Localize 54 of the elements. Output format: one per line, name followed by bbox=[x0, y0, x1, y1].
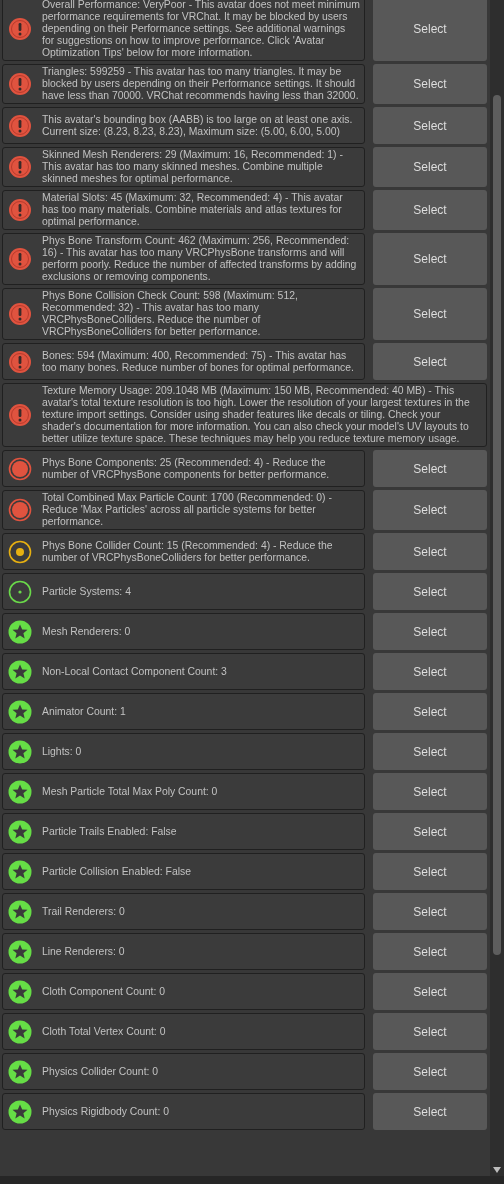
select-button[interactable]: Select bbox=[373, 233, 487, 285]
select-button[interactable]: Select bbox=[373, 533, 487, 570]
message-text: Overall Performance: VeryPoor - This avatar does not meet minimum performance requirements for VRChat. It may be blocked by users depending on their Performance settings. See additional warnings for suggestions on how to improve performance. Click 'Avatar Optimization Tips' below for more information. bbox=[42, 0, 360, 59]
message-text: Particle Systems: 4 bbox=[42, 585, 131, 598]
message-text: Particle Trails Enabled: False bbox=[42, 825, 177, 838]
scrollbar-thumb[interactable] bbox=[493, 95, 501, 955]
message-text: Texture Memory Usage: 209.1048 MB (Maximum: 150 MB, Recommended: 40 MB) - This avatar's total texture resolution is too high. Lower the resolution of your largest textures in the texture import settings. Consider using shader features like decals or tiling. Check your shader's documentation for more information. You can also check your model's UV layouts to better utilize texture space. These techniques may help you reduce texture memory usage. bbox=[42, 385, 471, 445]
message-text: Mesh Renderers: 0 bbox=[42, 625, 131, 638]
select-button[interactable]: Select bbox=[373, 0, 487, 61]
message-text: Animator Count: 1 bbox=[42, 705, 126, 718]
message-text: This avatar's bounding box (AABB) is too large on at least one axis. Current size: (8.23, 8.23, 8.23), Maximum size: (5.00, 6.00, 5.00) bbox=[42, 113, 354, 138]
select-button[interactable]: Select bbox=[373, 693, 487, 730]
message-text: Trail Renderers: 0 bbox=[42, 905, 125, 918]
select-button[interactable]: Select bbox=[373, 773, 487, 810]
select-button[interactable]: Select bbox=[373, 1053, 487, 1090]
select-button[interactable]: Select bbox=[373, 490, 487, 530]
message-text: Cloth Component Count: 0 bbox=[42, 985, 166, 998]
message-text: Physics Rigidbody Count: 0 bbox=[42, 1105, 170, 1118]
message-text: Total Combined Max Particle Count: 1700 (Recommended: 0) - Reduce 'Max Particles' across all particle systems for better performance. bbox=[42, 492, 333, 528]
message-text: Material Slots: 45 (Maximum: 32, Recommended: 4) - This avatar has too many materials. Combine materials and atlas textures for optimal performance. bbox=[42, 192, 344, 228]
select-button[interactable]: Select bbox=[373, 893, 487, 930]
message-text: Phys Bone Collision Check Count: 598 (Maximum: 512, Recommended: 32) - This avatar has too many VRCPhysBoneColliders. Reduce the number of VRCPhysBoneColliders for better performance. bbox=[42, 290, 299, 338]
message-text: Phys Bone Collider Count: 15 (Recommended: 4) - Reduce the number of VRCPhysBoneColliders for better performance. bbox=[42, 539, 334, 564]
select-button[interactable]: Select bbox=[373, 653, 487, 690]
message-text: Phys Bone Components: 25 (Recommended: 4) - Reduce the number of VRCPhysBone components for better performance. bbox=[42, 456, 331, 481]
select-button[interactable]: Select bbox=[373, 1013, 487, 1050]
select-button[interactable]: Select bbox=[373, 107, 487, 144]
message-text: Skinned Mesh Renderers: 29 (Maximum: 16, Recommended: 1) - This avatar has too many skinned meshes. Combine multiple skinned meshes for optimal performance. bbox=[42, 149, 344, 185]
message-text: Phys Bone Transform Count: 462 (Maximum: 256, Recommended: 16) - This avatar has too many VRCPhysBone transforms and will perform poorly. Reduce the number of affected transforms by adding exclusions or removing components. bbox=[42, 235, 358, 283]
select-button[interactable]: Select bbox=[373, 147, 487, 187]
select-button[interactable]: Select bbox=[373, 1093, 487, 1130]
select-button[interactable]: Select bbox=[373, 933, 487, 970]
select-button[interactable]: Select bbox=[373, 813, 487, 850]
select-button[interactable]: Select bbox=[373, 450, 487, 487]
message-text: Cloth Total Vertex Count: 0 bbox=[42, 1025, 166, 1038]
message-text: Particle Collision Enabled: False bbox=[42, 865, 191, 878]
select-button[interactable]: Select bbox=[373, 733, 487, 770]
message-text: Line Renderers: 0 bbox=[42, 945, 125, 958]
message-text: Physics Collider Count: 0 bbox=[42, 1065, 159, 1078]
select-button[interactable]: Select bbox=[373, 343, 487, 380]
scroll-down-icon[interactable] bbox=[493, 1167, 501, 1173]
message-text: Non-Local Contact Component Count: 3 bbox=[42, 665, 227, 678]
message-text: Lights: 0 bbox=[42, 745, 82, 758]
scrollbar[interactable] bbox=[490, 0, 504, 1176]
message-text: Bones: 594 (Maximum: 400, Recommended: 75) - This avatar has too many bones. Reduce number of bones for optimal performance. bbox=[42, 349, 355, 374]
select-button[interactable]: Select bbox=[373, 573, 487, 610]
message-text: Mesh Particle Total Max Poly Count: 0 bbox=[42, 785, 218, 798]
select-button[interactable]: Select bbox=[373, 973, 487, 1010]
select-button[interactable]: Select bbox=[373, 190, 487, 230]
select-button[interactable]: Select bbox=[373, 853, 487, 890]
select-button[interactable]: Select bbox=[373, 288, 487, 340]
select-button[interactable]: Select bbox=[373, 613, 487, 650]
message-text: Triangles: 599259 - This avatar has too many triangles. It may be blocked by users depending on their Performance settings. It should have less than 70000. VRChat recommends having less than 32000. bbox=[42, 66, 360, 102]
select-button[interactable]: Select bbox=[373, 64, 487, 104]
